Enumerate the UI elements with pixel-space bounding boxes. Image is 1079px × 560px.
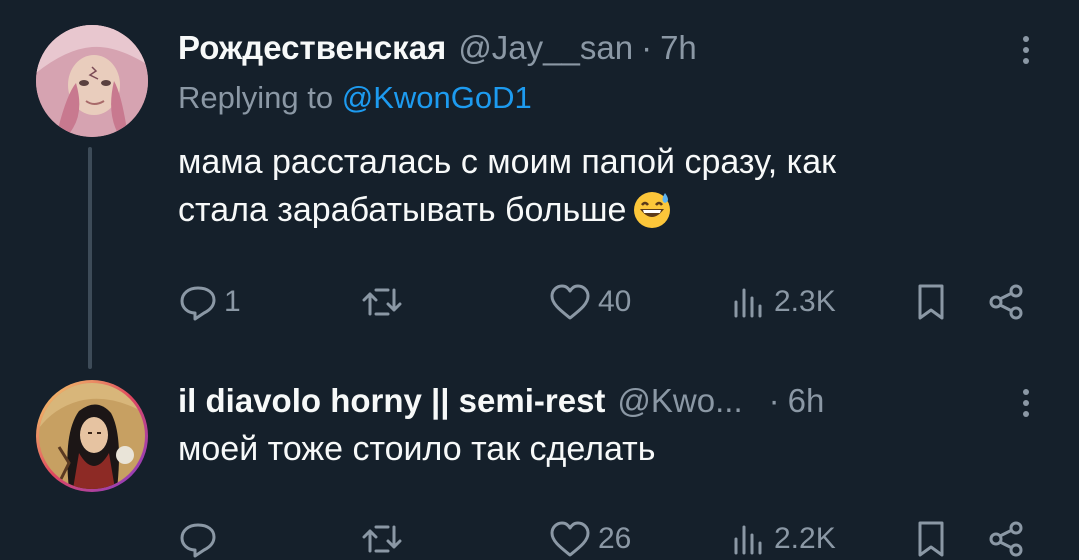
like-count: 40: [598, 285, 632, 318]
thread-line: [88, 147, 92, 369]
more-icon[interactable]: [1013, 32, 1039, 68]
share-button[interactable]: [986, 282, 1026, 322]
reply-button[interactable]: 1: [178, 282, 241, 322]
tweet-actions: 26 2.2K: [178, 519, 1039, 559]
tweet-actions: 1 40 2.3K: [178, 282, 1039, 322]
avatar[interactable]: [36, 25, 148, 137]
views-icon: [734, 288, 762, 318]
timestamp[interactable]: 6h: [788, 379, 825, 423]
tweet-text-segment: стала зарабатывать больше: [178, 191, 627, 229]
tweet[interactable]: Рождественская @Jay__san · 7h Replying t…: [0, 0, 1079, 369]
bookmark-button[interactable]: [914, 519, 948, 559]
retweet-icon: [362, 288, 402, 316]
like-icon: [550, 521, 590, 557]
views-button[interactable]: 2.2K: [730, 519, 836, 559]
tweet-header: il diavolo horny || semi-rest @Kwo... · …: [178, 379, 1039, 423]
tweet[interactable]: il diavolo horny || semi-rest @Kwo... · …: [0, 362, 1079, 560]
mention-link[interactable]: @KwonGoD1: [342, 80, 532, 115]
tweet-text-line-2: стала зарабатывать больше: [178, 186, 1028, 242]
bookmark-button[interactable]: [914, 282, 948, 322]
bookmark-icon: [918, 284, 944, 320]
avatar-image: [39, 383, 145, 489]
tweet-text: мама рассталась с моим папой сразу, как …: [178, 138, 1028, 242]
reply-count: 1: [224, 285, 241, 318]
display-name[interactable]: il diavolo horny || semi-rest: [178, 379, 605, 423]
views-button[interactable]: 2.3K: [730, 282, 836, 322]
tweet-text-line: моей тоже стоило так сделать: [178, 430, 656, 468]
tweet-content: il diavolo horny || semi-rest @Kwo... · …: [178, 379, 1039, 558]
display-name[interactable]: Рождественская: [178, 26, 446, 70]
views-count: 2.3K: [774, 285, 836, 318]
reply-button[interactable]: [178, 519, 224, 559]
like-button[interactable]: 26: [548, 519, 631, 559]
replying-prefix: Replying to: [178, 80, 342, 115]
tweet-text-line: мама рассталась с моим папой сразу, как: [178, 143, 837, 181]
grinning-sweat-emoji: [632, 189, 672, 242]
separator-dot: ·: [641, 29, 653, 66]
user-handle[interactable]: @Kwo...: [617, 379, 742, 423]
like-icon: [550, 284, 590, 320]
retweet-icon: [362, 525, 402, 553]
separator-dot: ·: [768, 382, 780, 419]
like-count: 26: [598, 522, 632, 555]
views-icon: [734, 525, 762, 555]
reply-icon: [180, 286, 216, 321]
share-icon: [989, 284, 1023, 320]
retweet-button[interactable]: [360, 282, 410, 322]
views-count: 2.2K: [774, 522, 836, 555]
tweet-content: Рождественская @Jay__san · 7h Replying t…: [178, 26, 1039, 321]
like-button[interactable]: 40: [548, 282, 631, 322]
avatar-image: [36, 25, 148, 137]
avatar[interactable]: [36, 380, 148, 492]
bookmark-icon: [918, 521, 944, 557]
share-button[interactable]: [986, 519, 1026, 559]
tweet-header: Рождественская @Jay__san · 7h: [178, 26, 1039, 70]
tweet-text: моей тоже стоило так сделать: [178, 425, 1039, 473]
retweet-button[interactable]: [360, 519, 410, 559]
user-handle[interactable]: @Jay__san: [458, 26, 633, 70]
share-icon: [989, 521, 1023, 557]
more-icon[interactable]: [1013, 385, 1039, 421]
replying-to: Replying to @KwonGoD1: [178, 76, 1039, 120]
reply-icon: [180, 523, 216, 558]
timestamp[interactable]: 7h: [660, 26, 697, 70]
